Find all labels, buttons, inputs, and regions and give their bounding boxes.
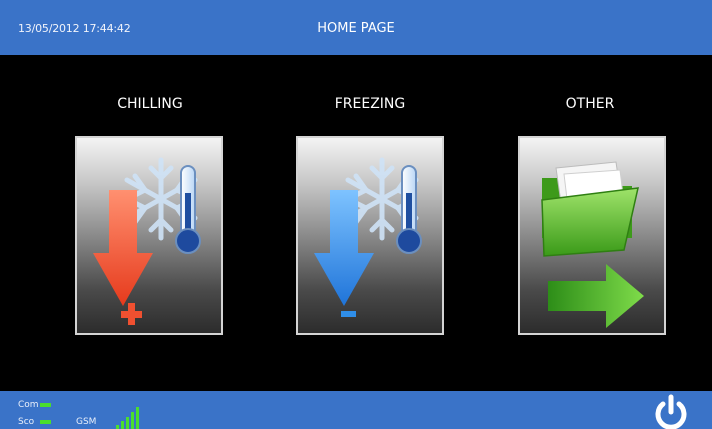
folder-icon <box>541 161 639 257</box>
page-title: HOME PAGE <box>317 21 395 36</box>
main-menu: CHILLING FREEZING OTHER <box>0 55 712 391</box>
freezing-icon <box>314 157 422 317</box>
status-bar: Com Sco GSM <box>0 391 712 429</box>
home-screen: 13/05/2012 17:44:42 HOME PAGE CHILLING F… <box>0 0 712 429</box>
sco-label: Sco <box>18 417 35 427</box>
right-arrow-icon <box>548 264 644 328</box>
chilling-label: CHILLING <box>117 96 183 112</box>
sco-status-indicator <box>40 420 51 424</box>
freezing-label: FREEZING <box>334 96 406 112</box>
minus-icon <box>341 311 356 317</box>
gsm-label: GSM <box>76 417 97 427</box>
signal-strength-icon <box>116 403 146 429</box>
power-icon <box>655 394 687 429</box>
header-bar: 13/05/2012 17:44:42 HOME PAGE <box>0 0 712 55</box>
other-button[interactable] <box>518 136 666 335</box>
plus-icon <box>121 303 142 325</box>
com-status-indicator <box>40 403 51 407</box>
com-label: Com <box>18 400 39 410</box>
chilling-icon <box>93 157 201 325</box>
other-label: OTHER <box>565 96 615 112</box>
freezing-button[interactable] <box>296 136 444 335</box>
chilling-button[interactable] <box>75 136 223 335</box>
other-icon <box>541 161 644 328</box>
power-button[interactable] <box>649 394 693 429</box>
